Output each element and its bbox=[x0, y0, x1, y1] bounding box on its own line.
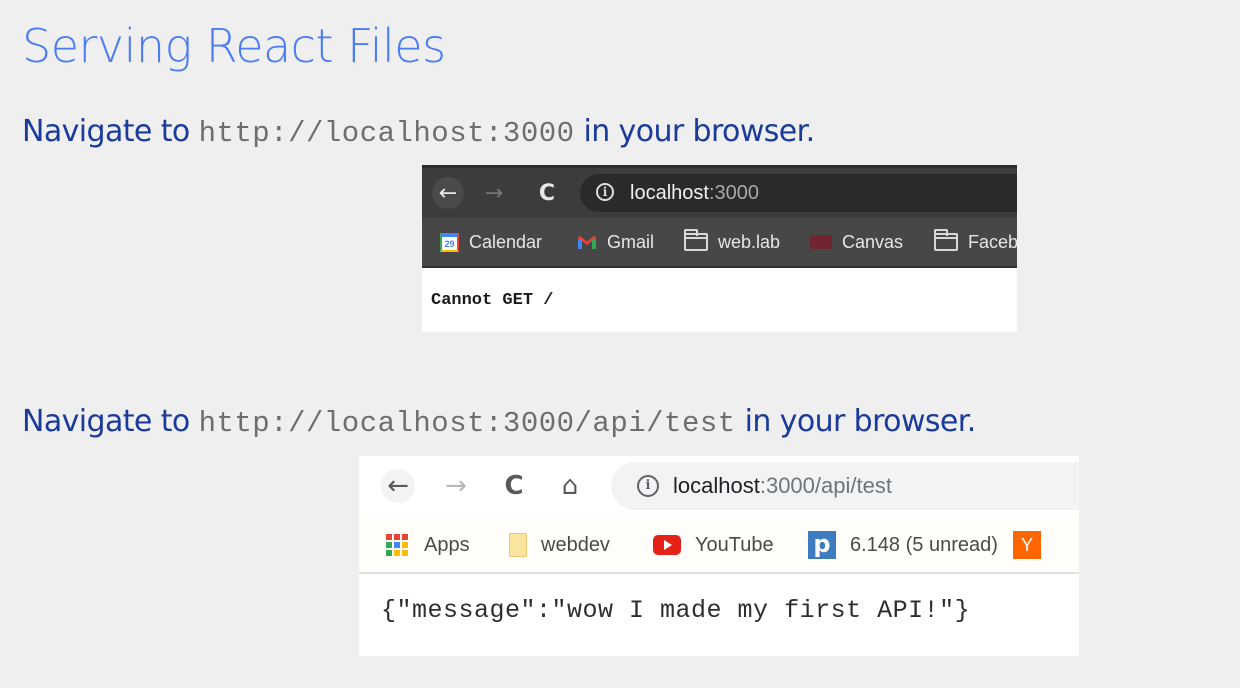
folder-icon bbox=[934, 229, 958, 251]
address-bar-url[interactable]: localhost:3000 bbox=[630, 181, 759, 205]
bookmark-piazza[interactable]: p 6.148 (5 unread) bbox=[808, 531, 998, 559]
gmail-icon bbox=[578, 236, 596, 249]
bookmark-label: Apps bbox=[424, 533, 470, 556]
piazza-icon: p bbox=[808, 531, 836, 559]
folder-icon bbox=[509, 533, 527, 557]
youtube-icon bbox=[653, 535, 681, 555]
bookmark-label: Canvas bbox=[842, 231, 904, 252]
bookmark-label: Faceb bbox=[968, 231, 1017, 252]
bookmark-label: Gmail bbox=[607, 231, 655, 252]
browser-screenshot-localhost: ← → C i localhost:3000 29 Calendar Gmail… bbox=[422, 165, 1017, 332]
google-calendar-icon: 29 bbox=[440, 232, 459, 252]
bookmark-label: 6.148 (5 unread) bbox=[850, 533, 998, 556]
canvas-icon bbox=[810, 235, 832, 249]
bookmark-facebook-folder[interactable]: Faceb bbox=[934, 229, 1017, 253]
arrow-left-icon[interactable]: ← bbox=[432, 177, 464, 209]
arrow-right-icon[interactable]: → bbox=[439, 469, 473, 503]
bookmarks-bar: Apps webdev YouTube p 6.148 (5 unread) Y bbox=[359, 518, 1079, 574]
bookmark-gmail[interactable]: Gmail bbox=[577, 231, 654, 253]
instruction-prefix: Navigate to bbox=[22, 404, 199, 439]
bookmark-apps[interactable]: Apps bbox=[386, 532, 470, 558]
arrow-right-icon[interactable]: → bbox=[478, 177, 510, 209]
url-host: localhost bbox=[673, 473, 760, 498]
address-bar-url[interactable]: localhost:3000/api/test bbox=[673, 473, 892, 499]
address-bar[interactable]: i localhost:3000/api/test bbox=[611, 462, 1079, 510]
url-host: localhost bbox=[630, 182, 709, 204]
bookmark-webdev[interactable]: webdev bbox=[509, 532, 610, 558]
bookmark-youtube[interactable]: YouTube bbox=[653, 532, 774, 558]
bookmark-calendar[interactable]: 29 Calendar bbox=[440, 231, 542, 253]
bookmark-canvas[interactable]: Canvas bbox=[810, 231, 903, 253]
address-bar[interactable]: i localhost:3000 bbox=[580, 174, 1017, 212]
bookmark-label: YouTube bbox=[695, 533, 774, 556]
bookmark-label: Calendar bbox=[469, 231, 543, 252]
bookmarks-bar: 29 Calendar Gmail web.lab Canvas Faceb bbox=[422, 218, 1017, 268]
reload-icon[interactable]: C bbox=[531, 177, 563, 209]
bookmark-weblab[interactable]: web.lab bbox=[684, 229, 781, 253]
page-response-text: Cannot GET / bbox=[431, 291, 554, 310]
instruction-url-code: http://localhost:3000 bbox=[198, 117, 575, 150]
reload-icon[interactable]: C bbox=[497, 469, 531, 503]
browser-screenshot-api-test: ← → C ⌂ i localhost:3000/api/test Apps w… bbox=[359, 456, 1079, 656]
bookmark-label: web.lab bbox=[718, 231, 781, 252]
instruction-url-code: http://localhost:3000/api/test bbox=[198, 407, 736, 440]
browser-toolbar: ← → C i localhost:3000 bbox=[422, 165, 1017, 218]
instruction-1: Navigate to http://localhost:3000 in you… bbox=[22, 112, 815, 154]
arrow-left-icon[interactable]: ← bbox=[381, 469, 415, 503]
info-icon[interactable]: i bbox=[596, 183, 614, 201]
instruction-suffix: in your browser. bbox=[574, 114, 815, 149]
info-icon[interactable]: i bbox=[637, 475, 659, 497]
bookmark-hacker-news[interactable]: Y bbox=[1013, 531, 1041, 559]
page-response-json: {"message":"wow I made my first API!"} bbox=[381, 596, 971, 625]
home-icon[interactable]: ⌂ bbox=[553, 469, 587, 503]
instruction-prefix: Navigate to bbox=[22, 114, 199, 149]
url-rest: :3000 bbox=[708, 182, 759, 204]
instruction-2: Navigate to http://localhost:3000/api/te… bbox=[22, 402, 976, 444]
bookmark-label: webdev bbox=[541, 533, 610, 556]
instruction-suffix: in your browser. bbox=[735, 404, 977, 439]
slide-title: Serving React Files bbox=[22, 19, 446, 73]
hacker-news-icon: Y bbox=[1013, 531, 1041, 559]
browser-toolbar: ← → C ⌂ i localhost:3000/api/test bbox=[359, 456, 1079, 518]
url-rest: :3000/api/test bbox=[759, 473, 892, 498]
folder-icon bbox=[684, 229, 708, 251]
apps-grid-icon bbox=[386, 534, 410, 556]
